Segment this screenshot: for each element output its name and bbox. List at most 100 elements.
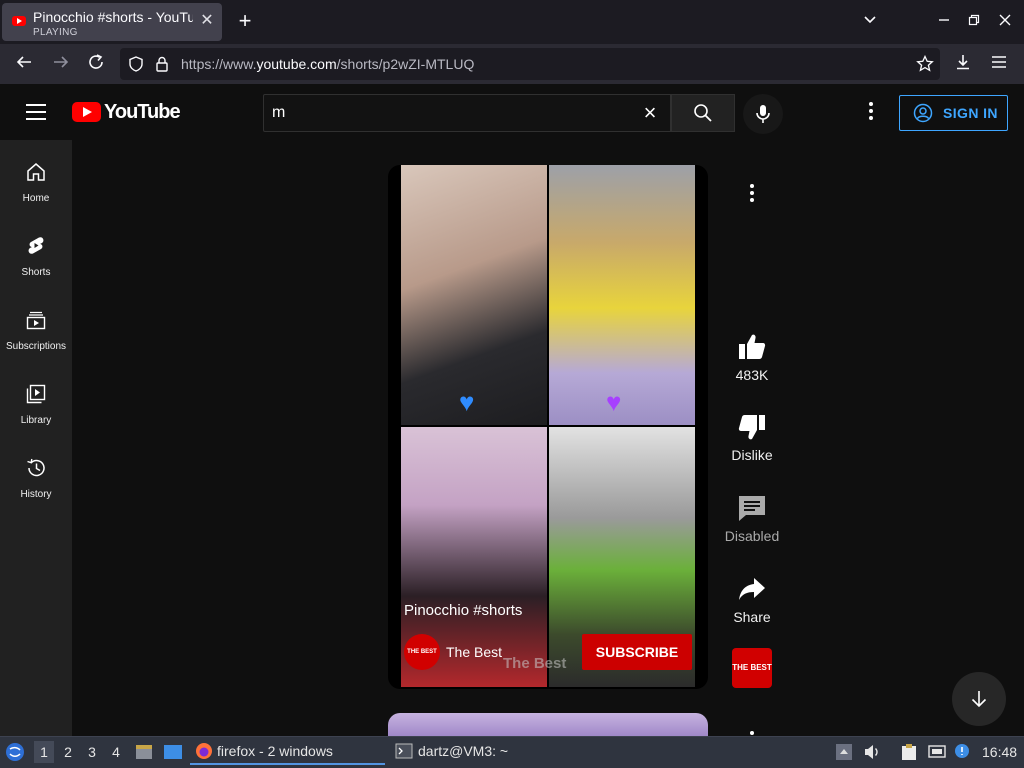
mini-guide: Home Shorts Subscriptions Library Histor… xyxy=(0,140,72,736)
dislike-button[interactable]: Dislike xyxy=(720,413,784,463)
youtube-masthead: YouTube m × SIGN IN xyxy=(0,84,1024,140)
sign-in-button[interactable]: SIGN IN xyxy=(899,95,1008,131)
comments-button[interactable]: Disabled xyxy=(720,494,784,544)
guide-label: History xyxy=(20,489,52,500)
youtube-logo-icon[interactable] xyxy=(72,102,101,122)
desktop-taskbar: 1 2 3 4 firefox - 2 windows dartz@VM3: ~… xyxy=(0,736,1024,768)
clipboard-icon[interactable] xyxy=(900,743,918,761)
youtube-logo-text[interactable]: YouTube xyxy=(104,101,181,124)
like-count: 483K xyxy=(735,367,769,383)
restore-window-icon[interactable] xyxy=(964,12,984,32)
forward-arrow-icon[interactable] xyxy=(50,53,72,75)
guide-label: Shorts xyxy=(21,267,51,278)
clear-search-icon[interactable]: × xyxy=(638,101,662,125)
guide-label: Subscriptions xyxy=(5,341,67,352)
thumbs-up-icon xyxy=(739,334,766,359)
video-quadrant-top-left xyxy=(401,165,547,425)
reload-icon[interactable] xyxy=(85,53,107,75)
channel-avatar[interactable]: THE BEST xyxy=(404,634,440,670)
list-all-tabs-icon[interactable] xyxy=(860,12,880,32)
search-icon xyxy=(694,104,712,122)
video-quadrant-top-right xyxy=(549,165,695,425)
thumbs-down-icon xyxy=(738,415,765,440)
channel-name[interactable]: The Best xyxy=(446,644,502,660)
guide-label: Home xyxy=(22,193,50,204)
sound-pivot-button[interactable]: THE BEST xyxy=(732,648,772,688)
voice-search-button[interactable] xyxy=(743,94,783,134)
next-short-preview[interactable] xyxy=(388,713,708,736)
terminal-icon xyxy=(395,743,413,759)
task-label: dartz@VM3: ~ xyxy=(418,743,509,759)
blue-heart-icon: ♥ xyxy=(459,387,475,417)
task-label: firefox - 2 windows xyxy=(217,743,333,759)
secure-lock-icon[interactable] xyxy=(153,55,171,73)
tab-title: Pinocchio #shorts - YouTube xyxy=(33,9,193,25)
more-actions-icon[interactable] xyxy=(748,184,756,204)
file-manager-icon[interactable] xyxy=(135,743,153,761)
clock: 16:48 xyxy=(982,744,1018,760)
browser-navigation-bar: https://www.youtube.com/shorts/p2wZI-MTL… xyxy=(0,44,1024,84)
purple-heart-icon: ♥ xyxy=(606,387,622,417)
minimize-window-icon[interactable] xyxy=(934,12,954,32)
next-more-actions-icon[interactable] xyxy=(750,731,754,735)
url-bar[interactable]: https://www.youtube.com/shorts/p2wZI-MTL… xyxy=(120,48,940,80)
share-label: Share xyxy=(733,609,771,625)
url-text[interactable]: https://www.youtube.com/shorts/p2wZI-MTL… xyxy=(181,56,474,72)
microphone-icon xyxy=(756,105,770,123)
new-tab-button[interactable]: + xyxy=(234,10,256,33)
taskbar-task-firefox[interactable]: firefox - 2 windows xyxy=(190,739,385,765)
video-watermark: The Best xyxy=(503,655,567,672)
guide-item-history[interactable]: History xyxy=(0,436,72,510)
comments-disabled-label: Disabled xyxy=(724,528,780,544)
start-menu-icon[interactable] xyxy=(5,742,25,762)
workspace-2[interactable]: 2 xyxy=(58,741,78,763)
network-icon[interactable] xyxy=(928,743,946,761)
sign-in-label: SIGN IN xyxy=(943,105,998,121)
bookmark-star-icon[interactable] xyxy=(916,54,934,73)
home-icon xyxy=(27,163,45,181)
guide-item-shorts[interactable]: Shorts xyxy=(0,214,72,288)
workspace-1[interactable]: 1 xyxy=(34,741,54,763)
tab-playing-status: PLAYING xyxy=(33,27,78,38)
next-short-button[interactable] xyxy=(952,672,1006,726)
guide-menu-icon[interactable] xyxy=(26,104,46,120)
close-window-icon[interactable] xyxy=(995,12,1015,32)
youtube-favicon-icon xyxy=(12,16,26,26)
guide-label: Library xyxy=(20,415,52,426)
guide-item-library[interactable]: Library xyxy=(0,362,72,436)
arrow-down-icon xyxy=(971,691,987,708)
app-menu-icon[interactable] xyxy=(988,53,1010,75)
tray-arrow-icon[interactable] xyxy=(835,743,853,761)
subscriptions-icon xyxy=(26,311,46,330)
like-button[interactable]: 483K xyxy=(720,333,784,383)
guide-item-home[interactable]: Home xyxy=(0,140,72,214)
browser-tab[interactable]: Pinocchio #shorts - YouTube PLAYING ✕ xyxy=(2,3,222,41)
search-input[interactable]: m × xyxy=(263,94,671,132)
share-button[interactable]: Share xyxy=(720,575,784,625)
subscribe-button[interactable]: SUBSCRIBE xyxy=(582,634,692,670)
show-desktop-icon[interactable] xyxy=(163,743,183,761)
tab-close-icon[interactable]: ✕ xyxy=(198,12,216,30)
library-icon xyxy=(26,384,46,404)
dislike-label: Dislike xyxy=(731,447,773,463)
workspace-3[interactable]: 3 xyxy=(82,741,102,763)
shorts-icon xyxy=(28,237,44,254)
search-query[interactable]: m xyxy=(272,104,285,122)
share-icon xyxy=(739,578,765,600)
short-title: Pinocchio #shorts xyxy=(404,602,523,619)
settings-more-icon[interactable] xyxy=(862,102,880,122)
update-notifier-icon[interactable] xyxy=(953,743,971,761)
shorts-video-player[interactable]: ♥ ♥ The Best Pinocchio #shorts THE BEST … xyxy=(388,165,708,689)
tracking-protection-shield-icon[interactable] xyxy=(127,55,145,73)
history-icon xyxy=(27,458,45,477)
firefox-icon xyxy=(196,743,212,759)
guide-item-subscriptions[interactable]: Subscriptions xyxy=(0,288,72,362)
downloads-icon[interactable] xyxy=(952,53,974,75)
search-button[interactable] xyxy=(671,94,735,132)
workspace-4[interactable]: 4 xyxy=(106,741,126,763)
account-circle-icon xyxy=(913,103,933,123)
back-arrow-icon[interactable] xyxy=(13,53,35,75)
volume-icon[interactable] xyxy=(863,743,881,761)
comment-icon xyxy=(739,496,765,521)
taskbar-task-terminal[interactable]: dartz@VM3: ~ xyxy=(392,739,562,765)
